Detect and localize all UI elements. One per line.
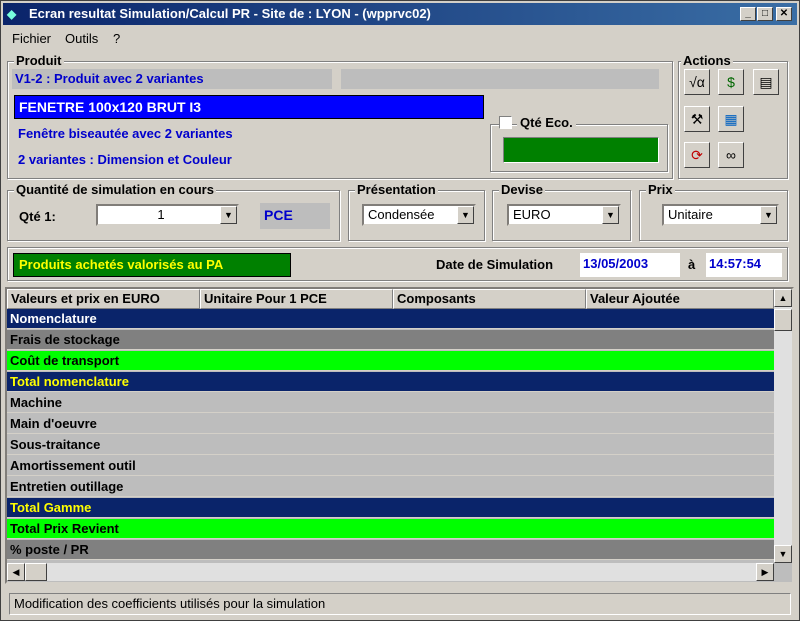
column-header[interactable]: Valeur Ajoutée — [586, 289, 774, 309]
grid-row[interactable]: Main d'oeuvre — [7, 414, 774, 434]
quantite-group: Quantité de simulation en cours Qté 1: 1… — [7, 182, 340, 241]
window-title: Ecran resultat Simulation/Calcul PR - Si… — [29, 6, 431, 21]
scroll-down-icon[interactable]: ▼ — [774, 545, 792, 563]
devise-group-label: Devise — [499, 182, 545, 197]
calculator-icon[interactable]: ▤ — [753, 69, 779, 95]
grid-row[interactable]: Total Gamme — [7, 498, 774, 518]
presentation-group: Présentation Condensée ▼ — [348, 182, 485, 241]
grid-header: Valeurs et prix en EURO Unitaire Pour 1 … — [7, 289, 774, 309]
quantite-value: 1 — [157, 207, 165, 222]
horizontal-scrollbar[interactable]: ◀ ▶ — [7, 563, 774, 581]
menu-help[interactable]: ? — [113, 31, 120, 46]
column-header[interactable]: Composants — [393, 289, 586, 309]
grid-row[interactable]: Entretien outillage — [7, 477, 774, 497]
devise-group: Devise EURO ▼ — [492, 182, 631, 241]
date-label: Date de Simulation — [436, 257, 554, 272]
grid-row[interactable]: % poste / PR — [7, 540, 774, 560]
scroll-thumb[interactable] — [774, 309, 792, 331]
presentation-value: Condensée — [368, 207, 435, 222]
quantite-label: Qté 1: — [19, 209, 56, 224]
prix-group: Prix Unitaire ▼ — [639, 182, 788, 241]
qte-eco-checkbox[interactable] — [499, 116, 512, 129]
maximize-button[interactable]: □ — [757, 7, 773, 21]
chevron-down-icon[interactable]: ▼ — [457, 206, 474, 224]
devise-select[interactable]: EURO ▼ — [507, 204, 621, 226]
grid-row[interactable]: Machine — [7, 393, 774, 413]
a-label: à — [688, 257, 696, 272]
sqrt-calc-icon[interactable]: √α — [684, 69, 710, 95]
qte-eco-group: Qté Eco. — [490, 115, 668, 172]
prix-value: Unitaire — [668, 207, 713, 222]
menu-fichier[interactable]: Fichier — [12, 31, 51, 46]
grid-row[interactable]: Total Prix Revient — [7, 519, 774, 539]
actions-group-label: Actions — [681, 53, 733, 68]
vertical-scrollbar[interactable]: ▲ ▼ — [774, 289, 792, 563]
title-bar[interactable]: ◆ Ecran resultat Simulation/Calcul PR - … — [3, 3, 797, 25]
grid-row[interactable]: Amortissement outil — [7, 456, 774, 476]
status-bar: Modification des coefficients utilisés p… — [9, 593, 791, 615]
close-button[interactable]: ✕ — [776, 7, 792, 21]
chart-icon[interactable]: ▦ — [718, 106, 744, 132]
app-icon[interactable]: ◆ — [7, 6, 23, 22]
chevron-down-icon[interactable]: ▼ — [220, 206, 237, 224]
date-value: 13/05/2003 — [580, 253, 680, 277]
grid-row[interactable]: Sous-traitance — [7, 435, 774, 455]
grid-row[interactable]: Nomenclature — [7, 309, 774, 329]
refresh-icon[interactable]: ⟳ — [684, 142, 710, 168]
results-grid[interactable]: Valeurs et prix en EURO Unitaire Pour 1 … — [5, 287, 794, 584]
scroll-right-icon[interactable]: ▶ — [756, 563, 774, 581]
menu-outils[interactable]: Outils — [65, 31, 98, 46]
quantite-group-label: Quantité de simulation en cours — [14, 182, 216, 197]
variant-code: V1-2 : Produit avec 2 variantes — [15, 71, 204, 86]
devise-value: EURO — [513, 207, 551, 222]
variant-extra-field — [341, 69, 659, 89]
pa-indicator: Produits achetés valorisés au PA — [13, 253, 291, 277]
presentation-select[interactable]: Condensée ▼ — [362, 204, 476, 226]
scroll-left-icon[interactable]: ◀ — [7, 563, 25, 581]
glasses-icon[interactable]: ∞ — [718, 142, 744, 168]
qte-eco-value-field — [503, 137, 659, 163]
hscroll-thumb[interactable] — [25, 563, 47, 581]
column-header[interactable]: Unitaire Pour 1 PCE — [200, 289, 393, 309]
qte-eco-label: Qté Eco. — [517, 115, 576, 130]
info-group: Produits achetés valorisés au PA Date de… — [7, 247, 788, 281]
produit-group: Produit V1-2 : Produit avec 2 variantes … — [7, 53, 673, 179]
product-name: FENETRE 100x120 BRUT I3 — [14, 95, 484, 119]
scroll-up-icon[interactable]: ▲ — [774, 289, 792, 307]
tools-icon[interactable]: ⚒ — [684, 106, 710, 132]
time-value: 14:57:54 — [706, 253, 782, 277]
variant-code-field: V1-2 : Produit avec 2 variantes — [12, 69, 332, 89]
prix-select[interactable]: Unitaire ▼ — [662, 204, 779, 226]
quantite-select[interactable]: 1 ▼ — [96, 204, 239, 226]
money-icon[interactable]: $ — [718, 69, 744, 95]
minimize-button[interactable]: _ — [740, 7, 756, 21]
grid-row[interactable]: Coût de transport — [7, 351, 774, 371]
presentation-group-label: Présentation — [355, 182, 438, 197]
produit-group-label: Produit — [14, 53, 64, 68]
grid-row[interactable]: Frais de stockage — [7, 330, 774, 350]
chevron-down-icon[interactable]: ▼ — [760, 206, 777, 224]
column-header[interactable]: Valeurs et prix en EURO — [7, 289, 200, 309]
main-window: ◆ Ecran resultat Simulation/Calcul PR - … — [0, 0, 800, 621]
actions-group: Actions √α $ ▤ ⚒ ▦ ⟳ ∞ — [678, 53, 788, 179]
menu-bar: Fichier Outils ? — [3, 29, 797, 49]
chevron-down-icon[interactable]: ▼ — [602, 206, 619, 224]
grid-row[interactable]: Total nomenclature — [7, 372, 774, 392]
product-description-2: 2 variantes : Dimension et Couleur — [18, 152, 232, 167]
product-description-1: Fenêtre biseautée avec 2 variantes — [18, 126, 233, 141]
quantite-unit: PCE — [260, 203, 330, 229]
prix-group-label: Prix — [646, 182, 675, 197]
